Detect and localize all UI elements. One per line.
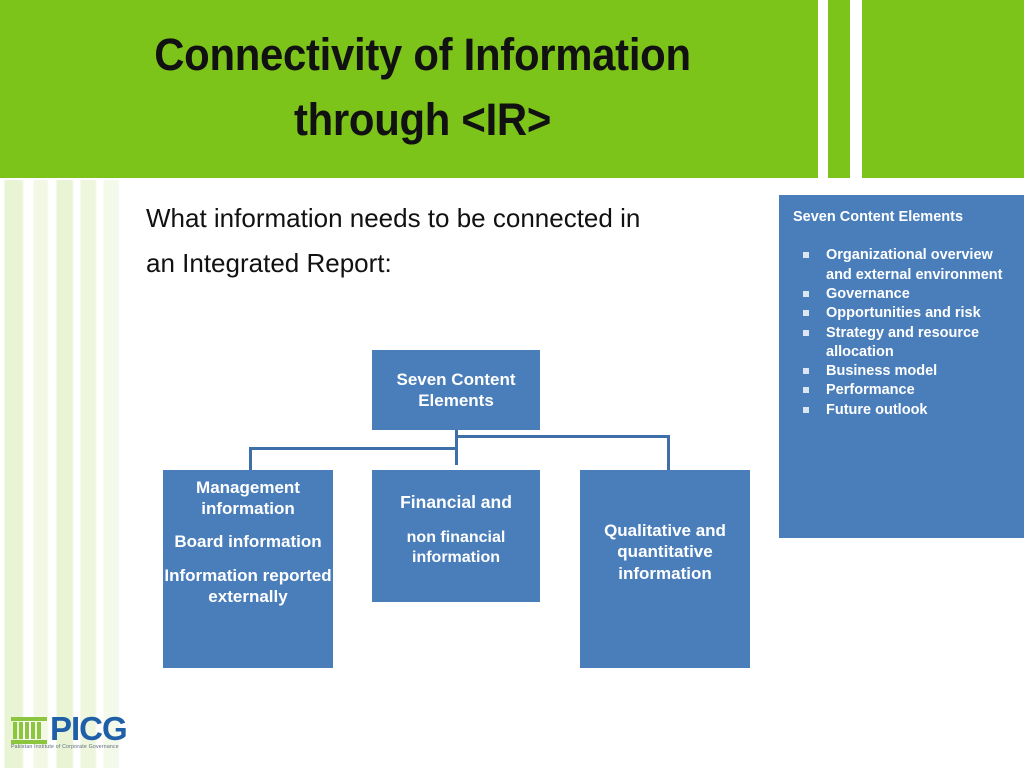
body-prompt-text: What information needs to be connected i… [146,203,641,278]
connector-horizontal-left [249,447,457,450]
diagram-node-qualitative-quantitative: Qualitative and quantitative information [580,470,750,668]
picg-logo: PICG Pakistan Institute of Corporate Gov… [10,710,160,758]
header-green-accent-bar-2 [862,0,1024,178]
list-item: Performance [793,381,1012,400]
square-bullet-icon [803,252,809,259]
list-item-label: Future outlook [826,401,928,418]
list-item: Future outlook [793,401,1012,420]
side-panel-list: Organizational overview and external env… [793,246,1012,420]
node-left-line-3: Information reported externally [164,566,332,606]
connector-horizontal-right [455,435,670,438]
list-item: Governance [793,285,1012,304]
list-item: Opportunities and risk [793,304,1012,323]
diagram-node-root-label: Seven Content Elements [396,369,516,410]
square-bullet-icon [803,368,809,375]
connector-vertical-right [667,435,670,472]
node-right-label: Qualitative and quantitative information [604,521,726,583]
list-item: Business model [793,362,1012,381]
connector-vertical-left [249,447,252,472]
pillar-building-icon [11,717,47,744]
square-bullet-icon [803,406,809,413]
list-item-label: Strategy and resource allocation [826,324,980,360]
list-item-label: Performance [826,382,915,399]
list-item: Organizational overview and external env… [793,246,1012,285]
square-bullet-icon [803,310,809,317]
node-left-line-1: Management information [196,478,300,518]
list-item-label: Governance [826,285,910,302]
slide-title: Connectivity of Information through <IR> [154,29,691,146]
square-bullet-icon [803,387,809,394]
node-middle-rest: non financial information [406,528,506,566]
diagram-node-financial-information: Financial and non financial information [372,470,540,602]
picg-tagline: Pakistan Institute of Corporate Governan… [11,744,119,750]
header-green-accent-bar-1 [828,0,850,178]
seven-content-elements-panel: Seven Content Elements Organizational ov… [779,195,1024,538]
list-item-label: Business model [826,363,938,380]
left-stripe-decoration [0,180,130,768]
diagram-node-management-information: Management information Board information… [163,470,333,668]
square-bullet-icon [803,329,809,336]
list-item: Strategy and resource allocation [793,324,1012,363]
node-left-line-2: Board information [174,532,322,552]
picg-wordmark: PICG [50,710,128,747]
side-panel-title: Seven Content Elements [793,209,964,225]
list-item-label: Organizational overview and external env… [826,247,1003,283]
square-bullet-icon [803,290,809,297]
node-middle-lead: Financial and [400,492,512,512]
diagram-node-root: Seven Content Elements [372,350,540,430]
list-item-label: Opportunities and risk [826,305,981,322]
